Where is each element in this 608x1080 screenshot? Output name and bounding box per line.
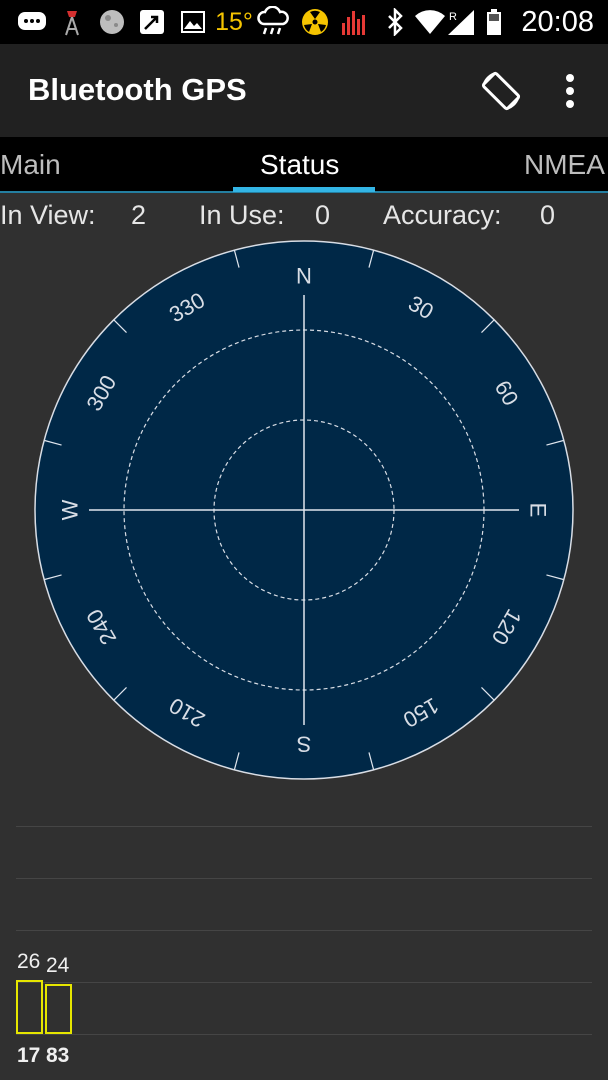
battery-icon bbox=[484, 6, 504, 38]
snr-grid-line bbox=[16, 878, 592, 879]
screen-rotation-button[interactable] bbox=[476, 66, 526, 116]
snr-grid-line bbox=[16, 982, 592, 983]
moon-icon bbox=[98, 6, 126, 38]
compass-south-label: S bbox=[297, 732, 312, 757]
satellite-snr-label: 26 bbox=[17, 950, 41, 973]
tab-status[interactable]: Status bbox=[260, 149, 339, 181]
snr-grid-line bbox=[16, 930, 592, 931]
accuracy-value: 0 bbox=[540, 200, 556, 230]
satellite-snr-bar bbox=[16, 980, 43, 1034]
cell-signal-icon: R bbox=[446, 6, 476, 38]
image-icon bbox=[180, 6, 206, 38]
in-view-value: 2 bbox=[131, 200, 147, 230]
compass-west-label: W bbox=[58, 499, 83, 520]
app-title: Bluetooth GPS bbox=[28, 72, 247, 107]
in-view-label: In View: bbox=[0, 200, 96, 230]
wifi-icon bbox=[414, 6, 446, 38]
status-bar: 15° R 20:08 bbox=[0, 0, 608, 44]
network-type-label: R bbox=[449, 11, 457, 23]
compass-east-label: E bbox=[526, 503, 551, 518]
active-tab-indicator bbox=[233, 187, 375, 192]
satellite-prn-label: 83 bbox=[46, 1044, 70, 1067]
bluetooth-icon bbox=[384, 6, 406, 38]
screen-rotation-icon bbox=[481, 71, 521, 111]
snr-grid-line bbox=[16, 826, 592, 827]
in-use-value: 0 bbox=[315, 200, 331, 230]
overflow-menu-button[interactable] bbox=[552, 68, 588, 114]
weather-station-icon bbox=[60, 6, 84, 38]
temperature-text: 15° bbox=[215, 7, 253, 36]
signal-meter-icon bbox=[340, 6, 370, 38]
snr-grid-line bbox=[16, 1034, 592, 1035]
tab-main[interactable]: Main bbox=[0, 149, 61, 181]
in-use-label: In Use: bbox=[199, 200, 285, 230]
radiation-icon bbox=[300, 6, 330, 38]
action-bar: Bluetooth GPS bbox=[0, 44, 608, 137]
satellite-snr-label: 24 bbox=[46, 954, 70, 977]
overflow-menu-icon bbox=[566, 74, 574, 108]
sky-plot: NESW3060120150210240300330 bbox=[34, 240, 574, 780]
accuracy-label: Accuracy: bbox=[383, 200, 502, 230]
rain-cloud-icon bbox=[256, 6, 290, 38]
compass-north-label: N bbox=[296, 264, 312, 289]
call-forward-icon bbox=[138, 6, 166, 38]
satellite-prn-label: 17 bbox=[17, 1044, 41, 1067]
tab-bar: Main Status NMEA bbox=[0, 137, 608, 193]
clock: 20:08 bbox=[521, 6, 594, 38]
tab-nmea[interactable]: NMEA bbox=[524, 149, 605, 181]
satellite-snr-bar bbox=[45, 984, 72, 1034]
chat-notification-icon bbox=[16, 6, 48, 38]
